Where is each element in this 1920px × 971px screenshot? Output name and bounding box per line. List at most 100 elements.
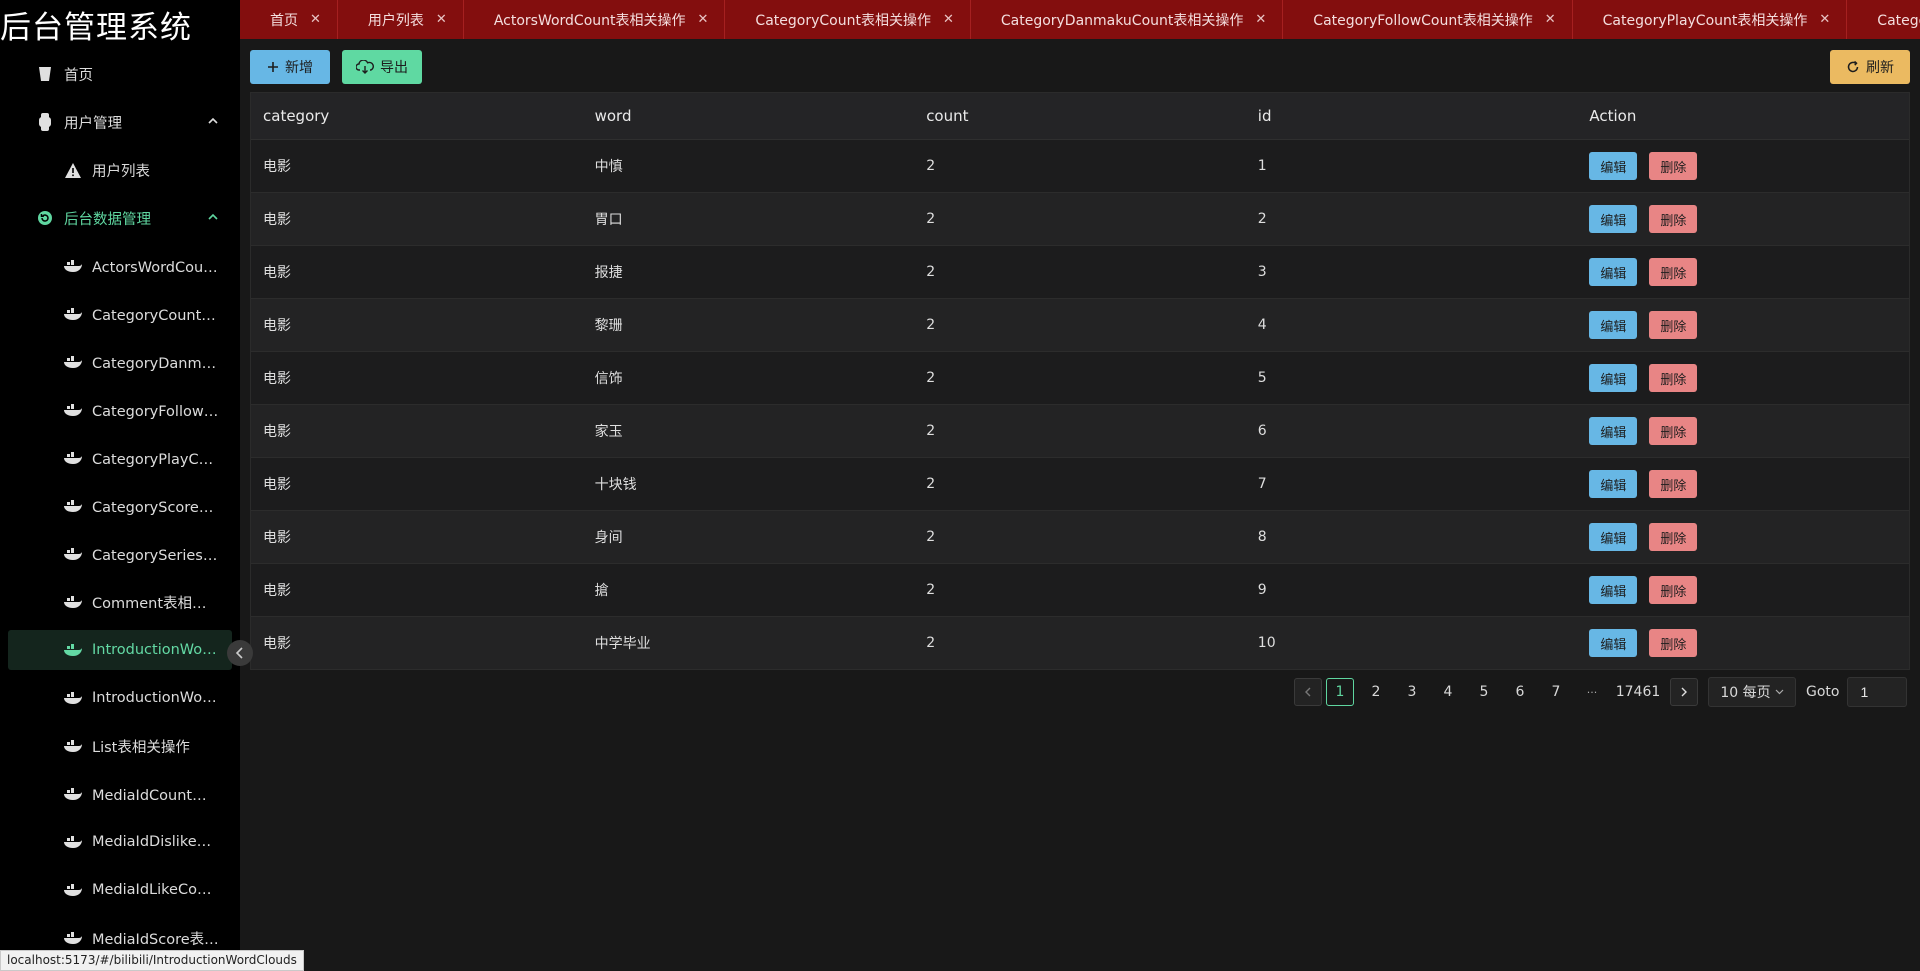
delete-button[interactable]: 删除: [1649, 417, 1698, 445]
table-cell: 电影: [263, 424, 291, 440]
table-cell: 7: [1257, 476, 1267, 492]
table-row: 电影 信饰 2 5 编辑 删除: [251, 352, 1909, 405]
delete-button[interactable]: 删除: [1649, 523, 1698, 551]
tab-label: CategoryPlayCount表相关操作: [1602, 12, 1808, 29]
sidebar-item-category-score[interactable]: CategoryScore表相关操作: [8, 486, 232, 526]
sidebar-item-media-id-like[interactable]: MediaIdLikeCount: [8, 870, 232, 910]
page-button[interactable]: 3: [1394, 678, 1430, 706]
prev-page-button[interactable]: [1294, 678, 1322, 706]
sidebar-item-comment[interactable]: Comment表相关操作: [8, 582, 232, 622]
edit-button[interactable]: 编辑: [1589, 576, 1638, 604]
page-button-last[interactable]: 17461: [1610, 678, 1666, 706]
edit-button[interactable]: 编辑: [1589, 152, 1638, 180]
sidebar-item-category-series-follow[interactable]: CategorySeriesFollowCount表相关操作: [8, 534, 232, 574]
table-cell: 9: [1257, 582, 1267, 598]
table-cell: 2: [926, 529, 936, 545]
tab-category-play-count[interactable]: CategoryPlayCount表相关操作 ✕: [1573, 0, 1848, 39]
edit-button[interactable]: 编辑: [1589, 523, 1638, 551]
page-size-select[interactable]: 10 每页: [1708, 677, 1796, 707]
export-button[interactable]: 导出: [342, 50, 422, 84]
table-cell: 5: [1257, 370, 1267, 386]
tab-category-danmaku-count[interactable]: CategoryDanmakuCount表相关操作 ✕: [971, 0, 1284, 39]
sidebar-item-category-danmaku-count[interactable]: CategoryDanmakuCount表相关操作: [8, 342, 232, 382]
delete-button[interactable]: 删除: [1649, 205, 1698, 233]
cup-icon: [36, 65, 54, 83]
sidebar-item-introduction-word-count[interactable]: IntroductionWordCount: [8, 678, 232, 718]
tab-user-list[interactable]: 用户列表 ✕: [338, 0, 464, 39]
delete-button[interactable]: 删除: [1649, 576, 1698, 604]
page-ellipsis[interactable]: ···: [1574, 678, 1610, 706]
close-icon[interactable]: ✕: [310, 12, 321, 27]
whale-icon: [64, 353, 82, 371]
page-button[interactable]: 5: [1466, 678, 1502, 706]
close-icon[interactable]: ✕: [1255, 12, 1266, 27]
edit-button[interactable]: 编辑: [1589, 629, 1638, 657]
sidebar-item-data-management[interactable]: 后台数据管理: [8, 198, 232, 238]
sidebar-item-label: CategoryFollowCount表相关操作: [92, 403, 220, 420]
sidebar-item-introduction-word-clouds[interactable]: IntroductionWordClouds: [8, 630, 232, 670]
sidebar-item-media-id-dislike[interactable]: MediaIdDislikeCount: [8, 822, 232, 862]
tab-actors-word-count[interactable]: ActorsWordCount表相关操作 ✕: [464, 0, 726, 39]
row-actions: 编辑 删除: [1589, 258, 1909, 286]
table-cell: 黎珊: [594, 318, 623, 334]
action-cell: 编辑 删除: [1577, 205, 1909, 233]
tab-bar: 首页 ✕ 用户列表 ✕ ActorsWordCount表相关操作 ✕ Category…: [240, 0, 1920, 39]
column-header[interactable]: word: [583, 107, 915, 125]
close-icon[interactable]: ✕: [1819, 12, 1830, 27]
sidebar-item-category-play-count[interactable]: CategoryPlayCount表相关操作: [8, 438, 232, 478]
page-button[interactable]: 6: [1502, 678, 1538, 706]
delete-button[interactable]: 删除: [1649, 152, 1698, 180]
sidebar-item-category-follow-count[interactable]: CategoryFollowCount表相关操作: [8, 390, 232, 430]
close-icon[interactable]: ✕: [943, 12, 954, 27]
edit-button[interactable]: 编辑: [1589, 311, 1638, 339]
sidebar-item-list[interactable]: List表相关操作: [8, 726, 232, 766]
edit-button[interactable]: 编辑: [1589, 364, 1638, 392]
tab-category-count[interactable]: CategoryCount表相关操作 ✕: [725, 0, 971, 39]
page-button[interactable]: 7: [1538, 678, 1574, 706]
delete-button[interactable]: 删除: [1649, 311, 1698, 339]
close-icon[interactable]: ✕: [698, 12, 709, 27]
tab-category-score[interactable]: CategoryScore表相关操作✕: [1847, 0, 1920, 39]
sidebar-collapse-button[interactable]: [227, 640, 253, 666]
row-actions: 编辑 删除: [1589, 205, 1909, 233]
close-icon[interactable]: ✕: [1545, 12, 1556, 27]
column-header[interactable]: id: [1246, 107, 1578, 125]
add-button[interactable]: 新增: [250, 50, 330, 84]
add-button-label: 新增: [285, 60, 313, 76]
table-cell: 电影: [263, 159, 291, 175]
sidebar-item-label: MediaIdDislikeCount: [92, 834, 220, 850]
delete-button[interactable]: 删除: [1649, 364, 1698, 392]
delete-button[interactable]: 删除: [1649, 258, 1698, 286]
edit-button[interactable]: 编辑: [1589, 417, 1638, 445]
whale-icon: [64, 689, 82, 707]
sidebar-item-user-management[interactable]: 用户管理: [8, 102, 232, 142]
tab-home[interactable]: 首页 ✕: [240, 0, 338, 39]
tab-category-follow-count[interactable]: CategoryFollowCount表相关操作 ✕: [1283, 0, 1573, 39]
sidebar-item-user-list[interactable]: 用户列表: [8, 150, 232, 190]
sidebar-item-media-id-count[interactable]: MediaIdCount表相关操作: [8, 774, 232, 814]
table-row: 电影 中学毕业 2 10 编辑 删除: [251, 617, 1909, 670]
edit-button[interactable]: 编辑: [1589, 258, 1638, 286]
sidebar-item-home[interactable]: 首页: [8, 54, 232, 94]
edit-button[interactable]: 编辑: [1589, 205, 1638, 233]
refresh-button[interactable]: 刷新: [1830, 50, 1910, 84]
row-actions: 编辑 删除: [1589, 311, 1909, 339]
pagination: 1 2 3 4 5 6 7 ··· 17461 10 每页 Goto 1: [1294, 677, 1908, 707]
page-button-current[interactable]: 1: [1326, 678, 1354, 706]
column-header[interactable]: category: [251, 107, 583, 125]
delete-button[interactable]: 删除: [1649, 629, 1698, 657]
close-icon[interactable]: ✕: [436, 12, 447, 27]
table-cell: 报捷: [594, 265, 623, 281]
table-cell: 2: [926, 211, 936, 227]
next-page-button[interactable]: [1670, 678, 1698, 706]
goto-page-input[interactable]: 1: [1847, 677, 1908, 707]
sidebar-item-category-count[interactable]: CategoryCount表相关操作: [8, 294, 232, 334]
table-row: 电影 十块钱 2 7 编辑 删除: [251, 458, 1909, 511]
table-cell: 电影: [263, 636, 291, 652]
column-header[interactable]: count: [914, 107, 1246, 125]
delete-button[interactable]: 删除: [1649, 470, 1698, 498]
sidebar-item-actors-word-count[interactable]: ActorsWordCount表相关操作: [8, 246, 232, 286]
page-button[interactable]: 4: [1430, 678, 1466, 706]
edit-button[interactable]: 编辑: [1589, 470, 1638, 498]
page-button[interactable]: 2: [1358, 678, 1394, 706]
